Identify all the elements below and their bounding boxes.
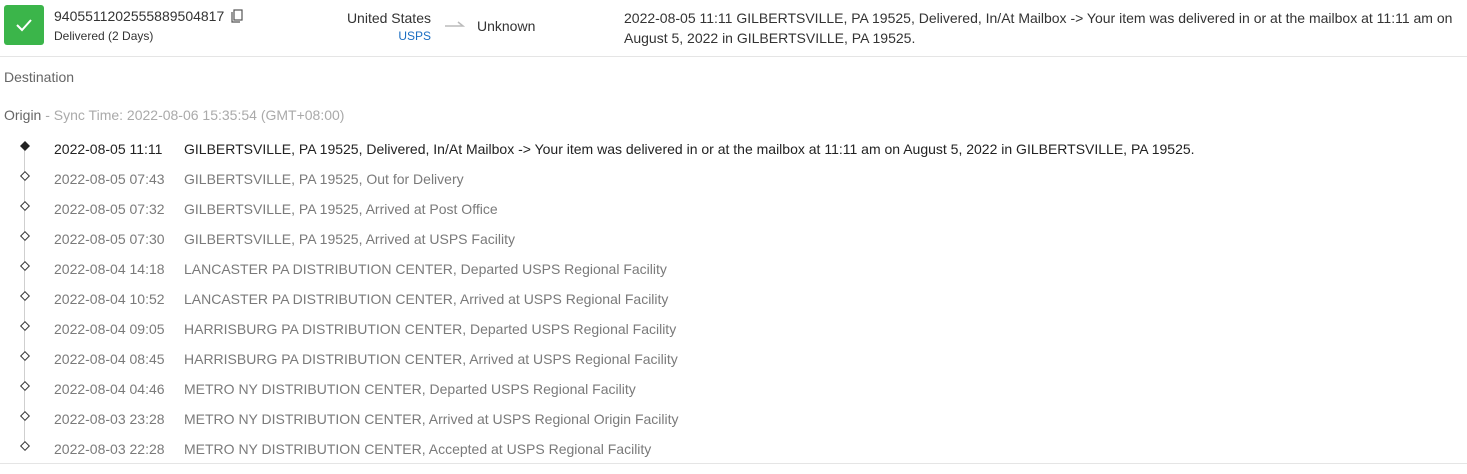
- origin-country: United States: [346, 10, 431, 26]
- timeline-event: 2022-08-03 22:28 METRO NY DISTRIBUTION C…: [0, 433, 1467, 463]
- tracking-timeline: 2022-08-05 11:11 GILBERTSVILLE, PA 19525…: [0, 133, 1467, 463]
- event-description: HARRISBURG PA DISTRIBUTION CENTER, Arriv…: [184, 351, 678, 367]
- event-time: 2022-08-04 10:52: [54, 291, 165, 307]
- timeline-event: 2022-08-04 10:52 LANCASTER PA DISTRIBUTI…: [0, 283, 1467, 313]
- delivery-status-text: Delivered (2 Days): [54, 29, 154, 43]
- timeline-event: 2022-08-05 07:32 GILBERTSVILLE, PA 19525…: [0, 193, 1467, 223]
- origin-section-header: Origin - Sync Time: 2022-08-06 15:35:54 …: [4, 107, 344, 123]
- latest-event-summary: 2022-08-05 11:11 GILBERTSVILLE, PA 19525…: [624, 10, 1453, 46]
- event-time: 2022-08-05 07:32: [54, 201, 165, 217]
- event-time: 2022-08-04 14:18: [54, 261, 165, 277]
- event-description: GILBERTSVILLE, PA 19525, Arrived at USPS…: [184, 231, 515, 247]
- diamond-icon: [20, 231, 30, 241]
- tracking-number: 9405511202555889504817: [54, 8, 225, 24]
- event-description: GILBERTSVILLE, PA 19525, Out for Deliver…: [184, 171, 464, 187]
- event-description: METRO NY DISTRIBUTION CENTER, Accepted a…: [184, 441, 652, 457]
- event-time: 2022-08-05 07:43: [54, 171, 165, 187]
- diamond-icon: [20, 321, 30, 331]
- event-time: 2022-08-05 11:11: [54, 141, 163, 157]
- carrier-link[interactable]: USPS: [398, 29, 431, 43]
- origin-label: Origin: [4, 107, 42, 123]
- shipment-header: 9405511202555889504817 Delivered (2 Days…: [0, 0, 1467, 57]
- divider: [0, 463, 1467, 464]
- check-icon: [16, 19, 32, 32]
- diamond-icon: [20, 261, 30, 271]
- event-time: 2022-08-05 07:30: [54, 231, 165, 247]
- copy-icon[interactable]: [230, 9, 244, 23]
- diamond-icon: [20, 351, 30, 361]
- diamond-icon: [20, 411, 30, 421]
- event-time: 2022-08-03 23:28: [54, 411, 165, 427]
- timeline-event: 2022-08-05 07:43 GILBERTSVILLE, PA 19525…: [0, 163, 1467, 193]
- timeline-event: 2022-08-04 08:45 HARRISBURG PA DISTRIBUT…: [0, 343, 1467, 373]
- timeline-event: 2022-08-05 07:30 GILBERTSVILLE, PA 19525…: [0, 223, 1467, 253]
- delivered-status-box: [4, 5, 44, 45]
- timeline-event: 2022-08-04 09:05 HARRISBURG PA DISTRIBUT…: [0, 313, 1467, 343]
- event-time: 2022-08-03 22:28: [54, 441, 165, 457]
- event-description: GILBERTSVILLE, PA 19525, Arrived at Post…: [184, 201, 498, 217]
- event-description: GILBERTSVILLE, PA 19525, Delivered, In/A…: [184, 141, 1195, 157]
- diamond-icon: [20, 441, 30, 451]
- event-time: 2022-08-04 08:45: [54, 351, 165, 367]
- diamond-icon: [20, 291, 30, 301]
- timeline-event: 2022-08-04 14:18 LANCASTER PA DISTRIBUTI…: [0, 253, 1467, 283]
- event-time: 2022-08-04 04:46: [54, 381, 165, 397]
- diamond-icon: [20, 201, 30, 211]
- diamond-filled-icon: [20, 141, 30, 151]
- event-time: 2022-08-04 09:05: [54, 321, 165, 337]
- event-description: METRO NY DISTRIBUTION CENTER, Arrived at…: [184, 411, 679, 427]
- event-description: LANCASTER PA DISTRIBUTION CENTER, Arrive…: [184, 291, 669, 307]
- timeline-event: 2022-08-05 11:11 GILBERTSVILLE, PA 19525…: [0, 133, 1467, 163]
- timeline-event: 2022-08-04 04:46 METRO NY DISTRIBUTION C…: [0, 373, 1467, 403]
- destination-country: Unknown: [477, 18, 536, 34]
- destination-section-label: Destination: [4, 69, 75, 85]
- event-description: METRO NY DISTRIBUTION CENTER, Departed U…: [184, 381, 636, 397]
- diamond-icon: [20, 171, 30, 181]
- sync-time: - Sync Time: 2022-08-06 15:35:54 (GMT+08…: [41, 107, 345, 123]
- event-description: LANCASTER PA DISTRIBUTION CENTER, Depart…: [184, 261, 667, 277]
- event-description: HARRISBURG PA DISTRIBUTION CENTER, Depar…: [184, 321, 677, 337]
- arrow-right-icon: [445, 21, 466, 27]
- diamond-icon: [20, 381, 30, 391]
- timeline-event: 2022-08-03 23:28 METRO NY DISTRIBUTION C…: [0, 403, 1467, 433]
